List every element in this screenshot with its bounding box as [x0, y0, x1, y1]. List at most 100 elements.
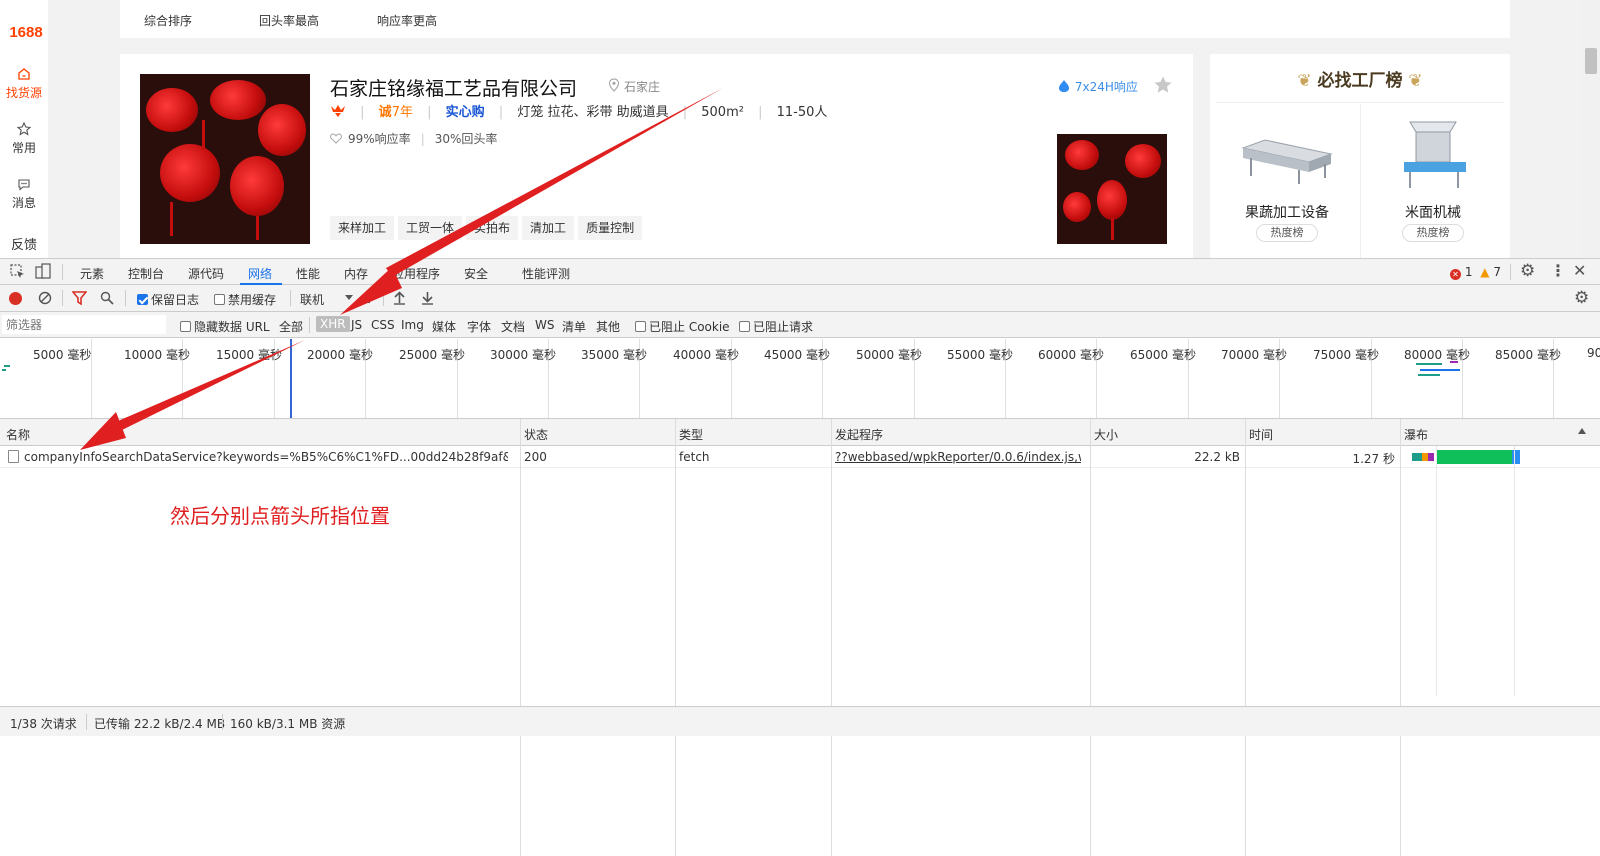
filter-type-css[interactable]: CSS — [371, 318, 395, 332]
sort-ascending-icon[interactable] — [1578, 428, 1586, 434]
divider — [62, 290, 63, 306]
location-pin-icon — [608, 78, 620, 92]
tab-sources[interactable]: 源代码 — [188, 265, 224, 282]
star-outline-icon — [16, 121, 32, 136]
service-tag[interactable]: 清加工 — [522, 216, 575, 240]
filter-type-manifest[interactable]: 清单 — [562, 318, 586, 335]
sort-response-rate[interactable]: 响应率更高 — [377, 12, 437, 29]
network-overview-timeline[interactable]: 5000 毫秒 10000 毫秒 15000 毫秒 20000 毫秒 25000 毫秒 3… — [0, 339, 1600, 419]
column-divider — [520, 419, 521, 856]
column-header-waterfall[interactable]: 瀑布 — [1404, 426, 1428, 443]
clear-icon[interactable] — [38, 291, 52, 305]
tab-application[interactable]: 应用程序 — [392, 265, 440, 282]
sort-return-rate[interactable]: 回头率最高 — [259, 12, 319, 29]
response-rate: 99%响应率 — [348, 132, 411, 146]
more-options-icon[interactable]: ⋮ — [1550, 261, 1566, 280]
settings-gear-icon[interactable]: ⚙ — [1520, 261, 1535, 281]
checkbox-icon — [180, 321, 191, 332]
column-header-size[interactable]: 大小 — [1094, 426, 1118, 443]
tab-memory[interactable]: 内存 — [344, 265, 368, 282]
rank-item-hot-badge[interactable]: 热度榜 — [1256, 224, 1318, 242]
tab-security[interactable]: 安全 — [464, 265, 488, 282]
request-initiator-link[interactable]: ??webbased/wpkReporter/0.0.6/index.js,we… — [835, 450, 1081, 464]
import-har-icon[interactable] — [393, 291, 406, 305]
filter-funnel-icon[interactable] — [72, 291, 87, 305]
filter-type-xhr[interactable]: XHR — [316, 316, 350, 332]
service-tag[interactable]: 工贸一体 — [398, 216, 463, 240]
tab-console[interactable]: 控制台 — [128, 265, 164, 282]
column-header-time[interactable]: 时间 — [1249, 426, 1273, 443]
blocked-requests-checkbox[interactable]: 已阻止请求 — [739, 318, 813, 335]
company-products: 灯笼 拉花、彩带 助威道具 — [517, 105, 669, 120]
device-toolbar-icon[interactable] — [35, 263, 51, 279]
chevron-down-icon[interactable] — [345, 295, 353, 300]
column-header-type[interactable]: 类型 — [679, 426, 703, 443]
tab-lighthouse[interactable]: 性能评测 — [522, 265, 570, 282]
close-icon[interactable]: ✕ — [1573, 261, 1586, 280]
waterfall-bar-connect — [1428, 453, 1434, 461]
export-har-icon[interactable] — [421, 291, 434, 305]
preserve-log-checkbox[interactable]: 保留日志 — [137, 291, 199, 308]
rank-item-hot-badge[interactable]: 热度榜 — [1402, 224, 1464, 242]
tab-network[interactable]: 网络 — [248, 265, 272, 282]
nav-item-find-source[interactable]: 找货源 — [0, 66, 48, 101]
filter-type-img[interactable]: Img — [401, 318, 424, 332]
timeline-tick-label: 25000 毫秒 — [399, 348, 465, 362]
filter-type-other[interactable]: 其他 — [596, 318, 620, 335]
service-tag[interactable]: 来样加工 — [330, 216, 395, 240]
request-bar — [2, 369, 6, 371]
sort-bar: 综合排序 回头率最高 响应率更高 — [120, 0, 1510, 38]
page-scrollbar-thumb[interactable] — [1585, 48, 1597, 74]
search-icon[interactable] — [100, 291, 114, 305]
service-tag[interactable]: 实拍布 — [466, 216, 519, 240]
service-tags: 来样加工 工贸一体 实拍布 清加工 质量控制 — [330, 216, 646, 240]
nav-item-label: 找货源 — [5, 86, 42, 100]
company-name[interactable]: 石家庄铭缘福工艺品有限公司 — [330, 74, 577, 101]
filter-type-doc[interactable]: 文档 — [501, 318, 525, 335]
disable-cache-checkbox[interactable]: 禁用缓存 — [214, 291, 276, 308]
company-main-image[interactable] — [140, 74, 310, 244]
checkbox-icon — [635, 321, 646, 332]
rank-item-noodle-machine[interactable]: 米面机械 热度榜 — [1360, 104, 1506, 254]
nav-item-messages[interactable]: 消息 — [0, 176, 48, 211]
nav-item-feedback[interactable]: 反馈 — [0, 234, 48, 253]
hide-data-url-checkbox[interactable]: 隐藏数据 URL — [180, 318, 270, 335]
tab-performance[interactable]: 性能 — [296, 265, 320, 282]
column-header-status[interactable]: 状态 — [524, 426, 548, 443]
response-badge-label: 7x24H响应 — [1074, 80, 1138, 94]
filter-type-media[interactable]: 媒体 — [432, 318, 456, 335]
company-thumbnail[interactable] — [1057, 134, 1167, 244]
column-header-initiator[interactable]: 发起程序 — [835, 426, 883, 443]
site-logo[interactable]: 1688 — [4, 24, 48, 41]
network-conditions-icon[interactable] — [362, 292, 376, 304]
blocked-cookies-checkbox[interactable]: 已阻止 Cookie — [635, 318, 730, 335]
record-icon[interactable] — [9, 292, 22, 305]
table-row[interactable]: companyInfoSearchDataService?keywords=%B… — [0, 446, 1600, 468]
inspect-element-icon[interactable] — [10, 264, 25, 279]
warning-icon: ▲ — [1480, 265, 1490, 279]
sort-comprehensive[interactable]: 综合排序 — [144, 12, 192, 29]
favorite-star-icon[interactable] — [1153, 75, 1173, 95]
issue-counter[interactable]: ✕ 1 ▲ 7 — [1450, 265, 1501, 280]
page-scrollbar[interactable] — [1582, 0, 1600, 258]
rank-item-fruit-veg[interactable]: 果蔬加工设备 热度榜 — [1214, 104, 1360, 254]
response-badge[interactable]: 7x24H响应 — [1057, 78, 1138, 95]
timeline-tick-label: 50000 毫秒 — [856, 348, 922, 362]
network-summary-bar: 1/38 次请求 已传输 22.2 kB/2.4 MB 160 kB/3.1 M… — [0, 706, 1600, 736]
network-settings-gear-icon[interactable]: ⚙ — [1574, 288, 1589, 308]
error-icon: ✕ — [1450, 269, 1461, 280]
column-header-name[interactable]: 名称 — [6, 426, 30, 443]
filter-type-all[interactable]: 全部 — [279, 318, 303, 335]
filter-type-js[interactable]: JS — [351, 318, 362, 332]
throttling-select[interactable]: 联机 — [300, 291, 324, 308]
filter-input[interactable] — [2, 315, 166, 334]
tab-elements[interactable]: 元素 — [80, 265, 104, 282]
service-tag[interactable]: 质量控制 — [578, 216, 643, 240]
request-name[interactable]: companyInfoSearchDataService?keywords=%B… — [24, 450, 508, 464]
filter-type-ws[interactable]: WS — [535, 318, 554, 332]
filter-type-font[interactable]: 字体 — [467, 318, 491, 335]
nav-item-common[interactable]: 常用 — [0, 121, 48, 156]
column-divider — [831, 419, 832, 856]
divider — [62, 264, 63, 280]
divider — [290, 290, 291, 306]
